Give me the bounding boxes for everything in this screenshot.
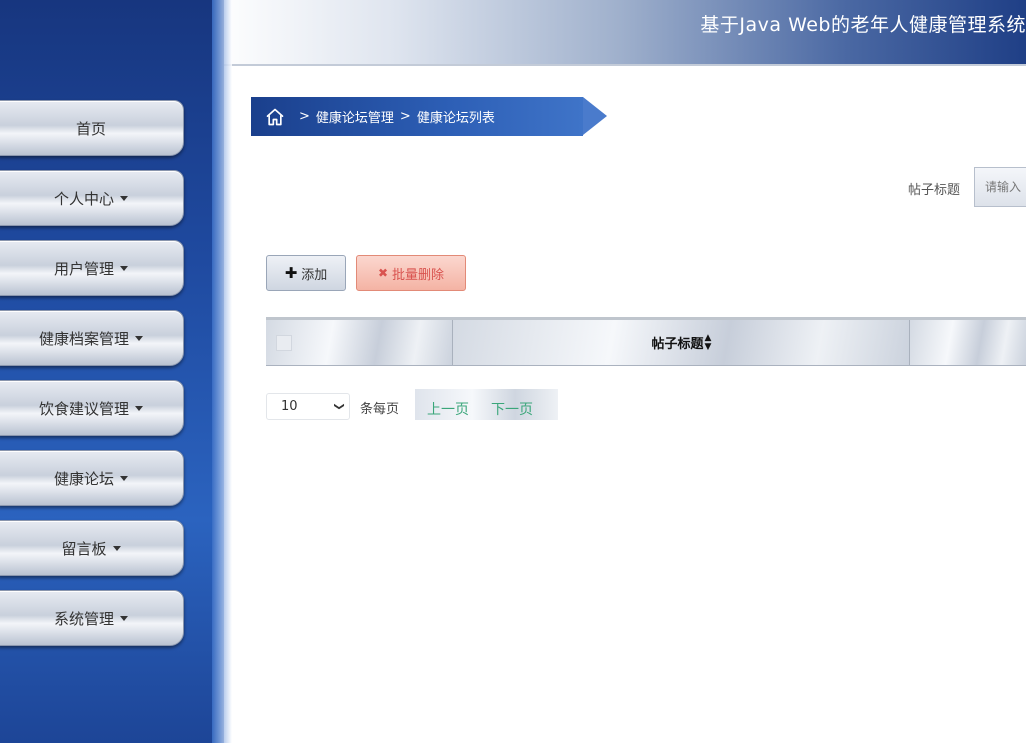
- sidebar-item-health-records[interactable]: 健康档案管理: [0, 310, 184, 366]
- sidebar-item-label: 系统管理: [53, 609, 114, 628]
- next-page-button[interactable]: 下一页: [491, 399, 533, 419]
- sidebar-item-system-management[interactable]: 系统管理: [0, 590, 184, 646]
- caret-down-icon: [120, 615, 128, 621]
- column-header-post-title[interactable]: 帖子标题 ▲ ▼: [453, 320, 910, 365]
- app-title: 基于Java Web的老年人健康管理系统: [700, 14, 1026, 36]
- sidebar-item-diet-advice[interactable]: 饮食建议管理: [0, 380, 184, 436]
- caret-down-icon: [135, 335, 143, 341]
- add-button-label: 添加: [301, 267, 328, 283]
- prev-page-button[interactable]: 上一页: [427, 399, 469, 419]
- sidebar-item-health-forum[interactable]: 健康论坛: [0, 450, 184, 506]
- breadcrumb: > 健康论坛管理 > 健康论坛列表: [251, 97, 583, 136]
- search-label: 帖子标题: [908, 183, 961, 198]
- chevron-down-icon: ❯: [333, 402, 345, 411]
- breadcrumb-item-forum-list: 健康论坛列表: [416, 111, 495, 126]
- select-all-column: [266, 320, 453, 365]
- column-header-label: 帖子标题: [651, 337, 704, 352]
- breadcrumb-item-forum-management[interactable]: 健康论坛管理: [316, 107, 394, 126]
- sort-icon[interactable]: ▲ ▼: [705, 333, 712, 352]
- plus-icon: ✚: [284, 264, 298, 282]
- sidebar-item-label: 用户管理: [53, 259, 114, 278]
- sidebar-edge: [212, 0, 232, 743]
- sidebar-item-personal-center[interactable]: 个人中心: [0, 170, 184, 226]
- sidebar-item-label: 饮食建议管理: [38, 399, 129, 418]
- sidebar-item-label: 健康论坛: [53, 469, 114, 488]
- caret-down-icon: [120, 265, 128, 271]
- sidebar-item-label: 健康档案管理: [38, 329, 129, 348]
- add-button[interactable]: ✚ 添加: [266, 255, 346, 291]
- sidebar-item-user-management[interactable]: 用户管理: [0, 240, 184, 296]
- page-size-select[interactable]: 10 ❯: [266, 393, 350, 420]
- caret-down-icon: [120, 195, 128, 201]
- pager: 上一页 下一页: [415, 389, 558, 420]
- breadcrumb-arrow: [583, 97, 607, 135]
- per-page-label: 条每页: [360, 402, 400, 417]
- search-input[interactable]: [974, 167, 1026, 207]
- batch-delete-button[interactable]: ✖ 批量删除: [356, 255, 466, 291]
- sidebar-item-label: 留言板: [61, 539, 107, 558]
- header-bar: 基于Java Web的老年人健康管理系统: [214, 0, 1026, 66]
- select-all-checkbox[interactable]: [276, 334, 292, 351]
- caret-down-icon: [112, 545, 121, 551]
- caret-down-icon: [135, 405, 143, 411]
- column-header-more: [910, 320, 1026, 365]
- sidebar-item-label: 个人中心: [53, 189, 114, 208]
- home-icon[interactable]: [265, 107, 285, 127]
- sidebar-item-message-board[interactable]: 留言板: [0, 520, 184, 576]
- table-header: 帖子标题 ▲ ▼: [266, 317, 1026, 366]
- close-icon: ✖: [377, 266, 389, 280]
- page-size-value: 10: [281, 399, 298, 414]
- sidebar-item-label: 首页: [75, 119, 106, 138]
- sidebar-item-home[interactable]: 首页: [0, 100, 184, 156]
- breadcrumb-separator: >: [299, 109, 310, 124]
- breadcrumb-separator: >: [399, 109, 411, 124]
- caret-down-icon: [120, 475, 128, 481]
- batch-delete-button-label: 批量删除: [392, 267, 445, 283]
